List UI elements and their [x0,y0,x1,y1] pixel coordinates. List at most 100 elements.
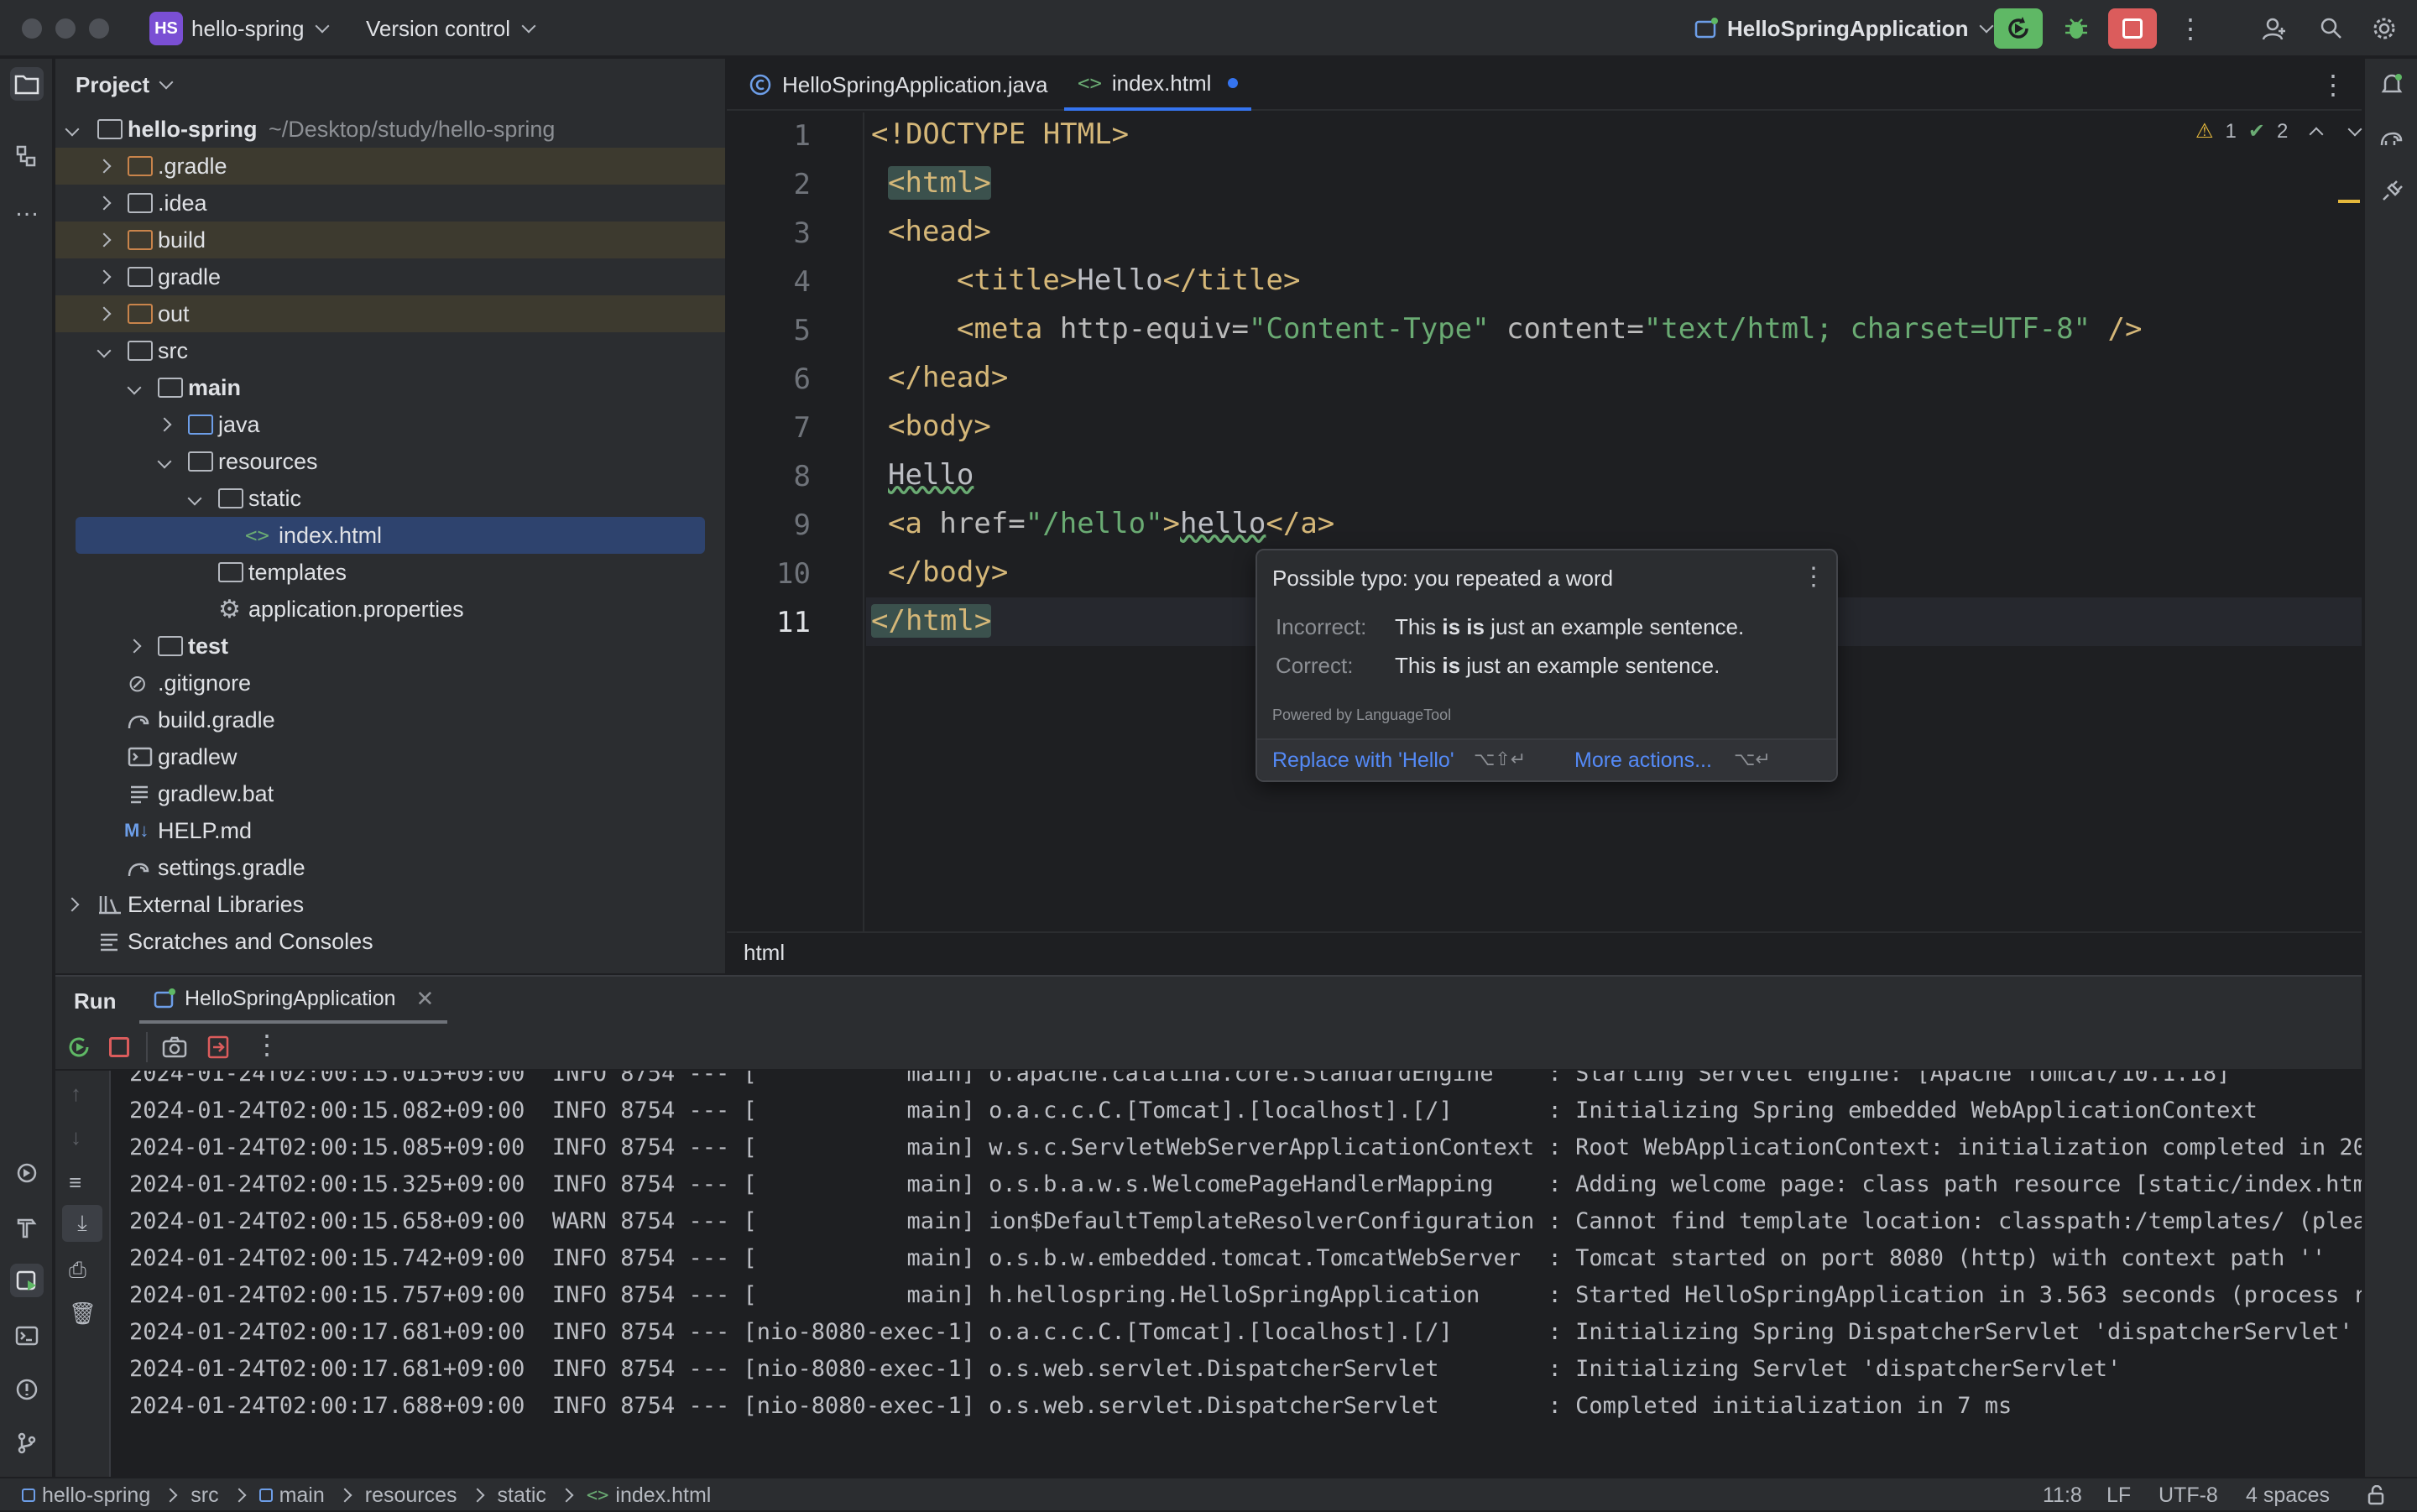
caret-position[interactable]: 11:8 [2043,1478,2082,1512]
search-button[interactable] [2306,8,2357,49]
tree-item-gradle-cache[interactable]: .gradle [55,148,725,185]
chevron-down-icon [186,490,203,507]
gradle-tool-button[interactable] [2375,121,2409,154]
tree-label: settings.gradle [158,854,305,880]
code-token: "/hello" [1025,507,1163,540]
log-line: 2024-01-24T02:00:15.015+09:00 INFO 8754 … [129,1071,2231,1087]
tree-item-main[interactable]: main [55,369,725,406]
tree-item-idea[interactable]: .idea [55,185,725,222]
more-actions-button[interactable]: ⋮ [2165,8,2216,49]
tree-item-application-properties[interactable]: ⚙ application.properties [55,591,725,628]
tab-index-html[interactable]: <> index.html [1064,59,1252,111]
tree-item-gitignore[interactable]: ⊘ .gitignore [55,665,725,701]
tree-item-index-html[interactable]: <> index.html [55,517,725,554]
stop-button[interactable] [2108,8,2157,49]
popup-more-button[interactable]: ⋮ [1801,562,1826,592]
git-tool-button[interactable] [10,1426,44,1460]
tree-item-static[interactable]: static [55,480,725,517]
window-zoom-button[interactable] [89,18,109,39]
html-file-icon: <> [245,524,269,547]
tree-item-src[interactable]: src [55,332,725,369]
camera-button[interactable] [161,1034,188,1065]
services-tool-button[interactable] [10,1156,44,1190]
tree-item-settings-gradle[interactable]: settings.gradle [55,849,725,886]
rerun-button[interactable] [65,1034,92,1065]
debug-button[interactable] [2051,8,2101,49]
notifications-button[interactable] [2375,67,2409,101]
code-token: </a> [1266,507,1335,540]
chevron-up-icon[interactable] [2309,127,2324,141]
app-config-icon [154,988,175,1009]
more-tools-button[interactable]: … [10,191,44,225]
rerun-button[interactable] [1994,8,2043,49]
code-token: <title> [957,263,1078,297]
close-icon[interactable]: ✕ [416,986,435,1012]
tree-item-java[interactable]: java [55,406,725,443]
more-vertical-icon[interactable]: ⋮ [253,1029,280,1061]
crumb-static[interactable]: static [498,1483,546,1508]
project-tool-button[interactable] [10,67,44,101]
console-output[interactable]: 2024-01-24T02:00:15.015+09:00 INFO 8754 … [55,1071,2362,1478]
endpoints-tool-button[interactable] [2375,175,2409,208]
terminal-tool-button[interactable] [10,1319,44,1353]
code-token: http-equiv= [1042,312,1249,346]
code-line-1: <!DOCTYPE HTML> [871,117,1130,151]
replace-action-link[interactable]: Replace with 'Hello' [1272,748,1454,773]
window-close-button[interactable] [22,18,42,39]
crumb-src[interactable]: src [191,1483,218,1508]
crumb-index-html[interactable]: index.html [615,1483,711,1508]
inspection-widget[interactable]: ⚠ 1 ✔ 2 [2195,119,2362,143]
line-number: 9 [793,508,811,542]
tree-item-resources[interactable]: resources [55,443,725,480]
tree-item-gradlew-bat[interactable]: gradlew.bat [55,775,725,812]
vcs-label: Version control [366,15,510,41]
tree-item-test[interactable]: test [55,628,725,665]
window-minimize-button[interactable] [55,18,76,39]
lock-icon[interactable] [2367,1478,2387,1512]
source-root-folder-icon [158,636,183,656]
correct-example: This is just an example sentence. [1395,653,1720,679]
breadcrumb-html[interactable]: html [744,940,785,966]
stop-icon[interactable] [109,1037,129,1057]
vcs-menu[interactable]: Version control [366,0,536,57]
tab-more-button[interactable]: ⋮ [2320,59,2347,111]
code-token: </title> [1162,263,1301,297]
tree-item-external-libraries[interactable]: External Libraries [55,886,725,923]
run-tab-hello-spring[interactable]: HelloSpringApplication ✕ [139,977,448,1024]
run-tool-button[interactable] [10,1264,44,1297]
crumb-main[interactable]: main [279,1483,325,1508]
tree-item-help-md[interactable]: M↓ HELP.md [55,812,725,849]
line-number: 10 [776,557,811,591]
run-panel-header: Run HelloSpringApplication ✕ [55,977,2362,1024]
tree-item-out[interactable]: out [55,295,725,332]
scrollbar-warning-marker[interactable] [2338,200,2360,203]
tree-item-scratches[interactable]: Scratches and Consoles [55,923,725,960]
line-separator[interactable]: LF [2106,1478,2131,1512]
more-actions-link[interactable]: More actions... [1574,748,1712,773]
file-encoding[interactable]: UTF-8 [2159,1478,2218,1512]
tree-root-hello-spring[interactable]: hello-spring ~/Desktop/study/hello-sprin… [55,111,725,148]
build-tool-button[interactable] [10,1210,44,1243]
code-token: "Content-Type" [1249,312,1490,346]
project-switcher[interactable]: HS hello-spring [149,0,330,57]
run-config-selector[interactable]: HelloSpringApplication [1694,0,1994,57]
tab-hello-spring-application[interactable]: HelloSpringApplication.java [735,59,1062,111]
tree-item-build-gradle[interactable]: build.gradle [55,701,725,738]
tree-item-templates[interactable]: templates [55,554,725,591]
project-panel-header[interactable]: Project [76,59,174,111]
indent-setting[interactable]: 4 spaces [2246,1478,2330,1512]
source-root-folder-icon [158,378,183,398]
tree-label: Scratches and Consoles [128,928,373,954]
exit-icon [207,1035,229,1059]
tree-item-gradlew[interactable]: gradlew [55,738,725,775]
account-button[interactable] [2249,8,2300,49]
structure-tool-button[interactable] [10,139,44,173]
problems-tool-button[interactable] [10,1373,44,1406]
tree-item-gradle[interactable]: gradle [55,258,725,295]
crumb-hello-spring[interactable]: hello-spring [42,1483,150,1508]
chevron-down-icon[interactable] [2347,122,2362,136]
settings-button[interactable] [2363,8,2405,49]
crumb-resources[interactable]: resources [365,1483,457,1508]
exit-button[interactable] [205,1034,232,1065]
tree-item-build[interactable]: build [55,222,725,258]
